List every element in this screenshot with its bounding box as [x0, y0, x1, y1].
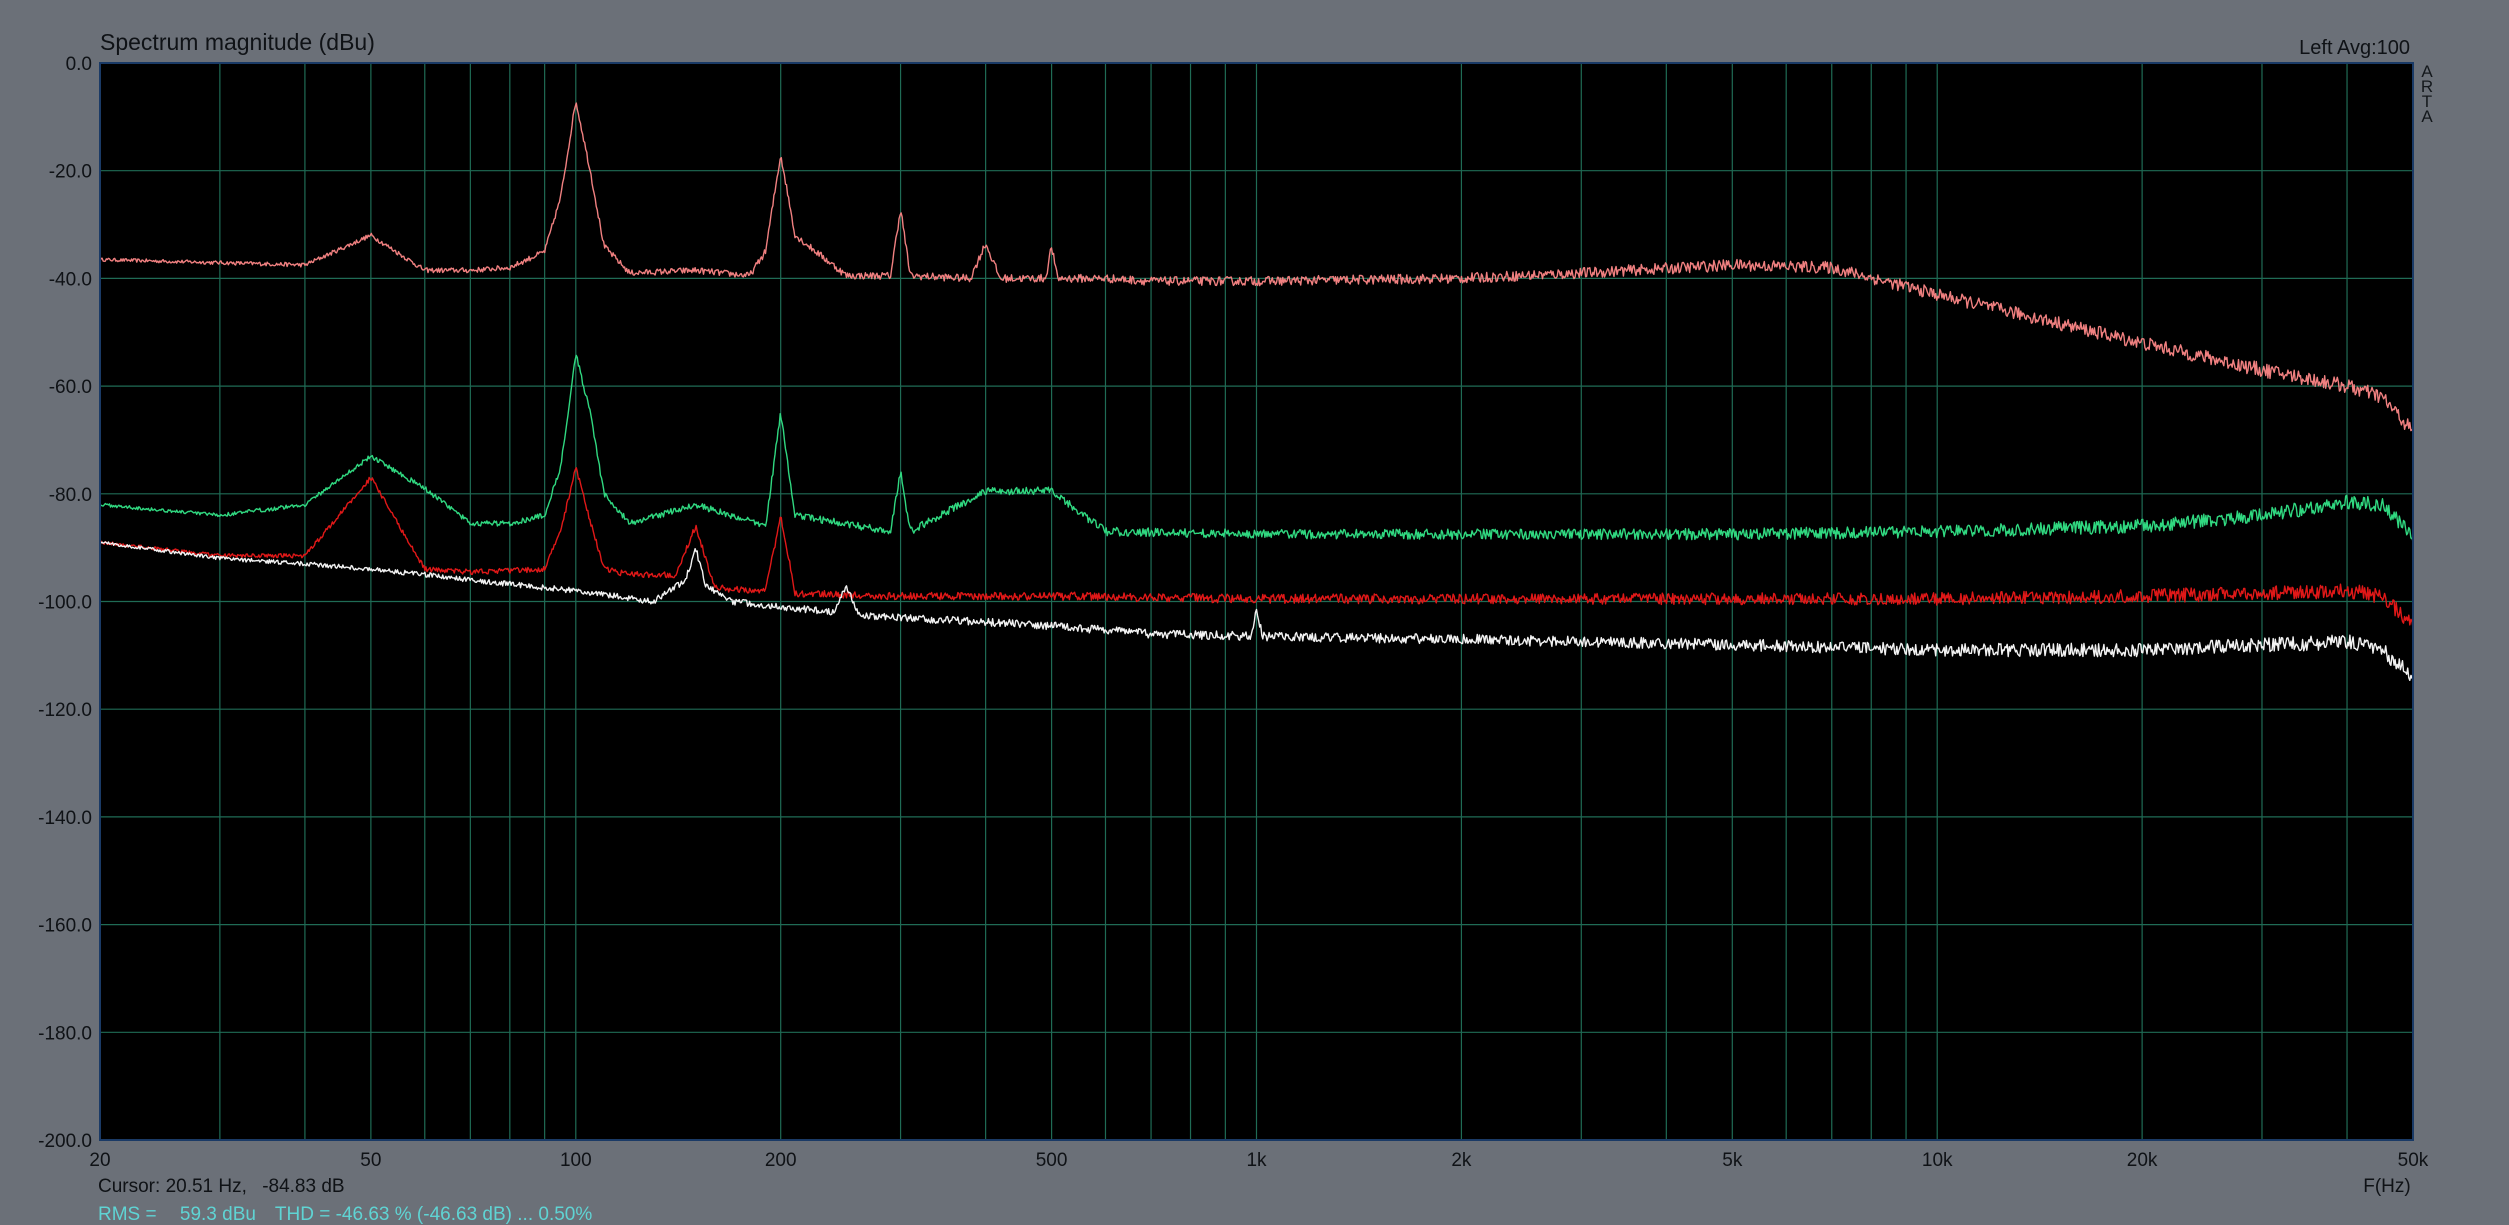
cursor-value: -84.83 dB	[262, 1176, 344, 1197]
y-tick-label: -180.0	[38, 1023, 92, 1044]
arta-brand: ARTA	[2421, 62, 2433, 126]
y-axis-ticks: 0.0 -20.0 -40.0 -60.0 -80.0 -100.0 -120.0 -140.…	[38, 54, 92, 1152]
x-tick-label: 2k	[1451, 1150, 1472, 1171]
x-tick-label: 10k	[1922, 1150, 1953, 1171]
rms-label: RMS =	[98, 1204, 157, 1225]
spectrum-chart: Spectrum magnitude (dBu) Left Avg:100 0.…	[38, 29, 2433, 1225]
x-tick-label: 5k	[1722, 1150, 1743, 1171]
x-axis-ticks: 20 50 100 200 500 1k 2k 5k 10k 20k 50k	[89, 1150, 2428, 1171]
y-tick-label: 0.0	[66, 54, 92, 75]
x-axis-label: F(Hz)	[2363, 1176, 2410, 1197]
x-tick-label: 100	[560, 1150, 592, 1171]
x-tick-label: 200	[765, 1150, 797, 1171]
y-tick-label: -200.0	[38, 1131, 92, 1152]
cursor-readout: Cursor: 20.51 Hz, -84.83 dB	[98, 1176, 345, 1197]
brand-letter: A	[2421, 107, 2433, 126]
channel-info: Left Avg:100	[2299, 37, 2410, 59]
x-tick-label: 20	[89, 1150, 110, 1171]
chart-title: Spectrum magnitude (dBu)	[100, 29, 375, 55]
y-tick-label: -80.0	[49, 485, 92, 506]
cursor-label: Cursor: 20.51 Hz,	[98, 1176, 247, 1197]
rms-readout: RMS = 59.3 dBu THD = -46.63 % (-46.63 dB…	[98, 1204, 592, 1225]
x-tick-label: 500	[1036, 1150, 1068, 1171]
y-tick-label: -140.0	[38, 808, 92, 829]
y-tick-label: -120.0	[38, 700, 92, 721]
rms-value: 59.3 dBu	[180, 1204, 256, 1225]
x-tick-label: 50	[360, 1150, 381, 1171]
x-tick-label: 1k	[1246, 1150, 1267, 1171]
x-tick-label: 50k	[2398, 1150, 2429, 1171]
x-tick-label: 20k	[2127, 1150, 2158, 1171]
y-tick-label: -20.0	[49, 162, 92, 183]
y-tick-label: -160.0	[38, 916, 92, 937]
thd-readout: THD = -46.63 % (-46.63 dB) ... 0.50%	[275, 1204, 592, 1225]
y-tick-label: -60.0	[49, 377, 92, 398]
y-tick-label: -100.0	[38, 593, 92, 614]
y-tick-label: -40.0	[49, 269, 92, 290]
